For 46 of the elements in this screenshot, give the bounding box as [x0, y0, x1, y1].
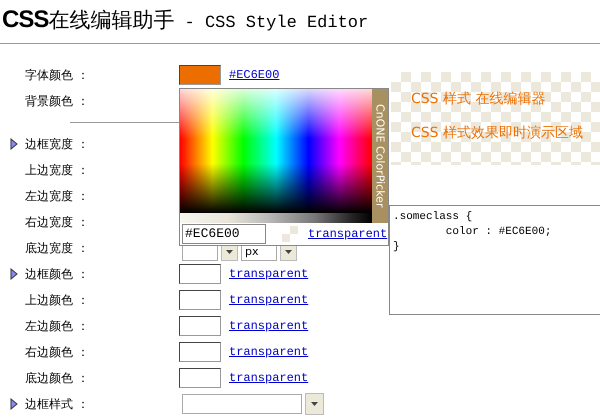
field-label: 左边颜色 ：	[25, 318, 90, 334]
field-label: 底边颜色 ：	[25, 370, 90, 386]
brand-logo: CSS	[2, 5, 48, 35]
field-label: 边框样式 ：	[25, 396, 90, 412]
color-swatch[interactable]	[179, 65, 221, 85]
grayscale-strip[interactable]	[180, 213, 372, 223]
field-label: 底边宽度 ：	[25, 240, 90, 256]
caret-icon	[311, 402, 318, 406]
color-swatch[interactable]	[179, 342, 221, 362]
color-swatch[interactable]	[179, 316, 221, 336]
transparent-link[interactable]: transparent	[308, 227, 388, 241]
field-label: 左边宽度 ：	[25, 188, 90, 204]
code-line: .someclass {	[393, 210, 474, 225]
field-label: 上边宽度 ：	[25, 162, 90, 178]
picker-title: CnONE ColorPicker	[374, 104, 386, 208]
color-link[interactable]: transparent	[229, 319, 308, 333]
field-label: 右边颜色 ：	[25, 344, 90, 360]
color-swatch[interactable]	[179, 290, 221, 310]
hex-input[interactable]: #EC6E00	[182, 224, 266, 244]
code-line: }	[393, 240, 401, 255]
page-title: 在线编辑助手	[48, 7, 174, 34]
caret-icon	[285, 250, 292, 254]
field-label: 边框宽度 ：	[25, 136, 90, 152]
transparent-swatch[interactable]	[282, 226, 298, 242]
caret-icon	[226, 250, 233, 254]
field-label: 右边宽度 ：	[25, 214, 90, 230]
code-line: color : #EC6E00;	[444, 225, 552, 240]
color-swatch[interactable]	[179, 368, 221, 388]
field-label: 背景颜色 ：	[25, 92, 90, 110]
field-label: 字体颜色 ：	[25, 66, 90, 84]
color-link[interactable]: transparent	[229, 293, 308, 307]
color-link[interactable]: transparent	[229, 345, 308, 359]
color-swatch[interactable]	[179, 264, 221, 284]
expand-arrow-icon[interactable]	[10, 268, 18, 280]
color-link[interactable]: transparent	[229, 371, 308, 385]
color-spectrum[interactable]	[180, 89, 372, 213]
dropdown-button[interactable]	[305, 393, 324, 415]
preview-text: CSS 样式 在线编辑器	[411, 90, 546, 108]
expand-arrow-icon[interactable]	[10, 398, 18, 410]
color-link[interactable]: #EC6E00	[229, 68, 280, 82]
expand-arrow-icon[interactable]	[10, 138, 18, 150]
field-label: 边框颜色 ：	[25, 266, 90, 282]
preview-text: CSS 样式效果即时演示区域	[411, 124, 584, 142]
field-label: 上边颜色 ：	[25, 292, 90, 308]
color-link[interactable]: transparent	[229, 267, 308, 281]
page-subtitle: - CSS Style Editor	[184, 13, 368, 35]
